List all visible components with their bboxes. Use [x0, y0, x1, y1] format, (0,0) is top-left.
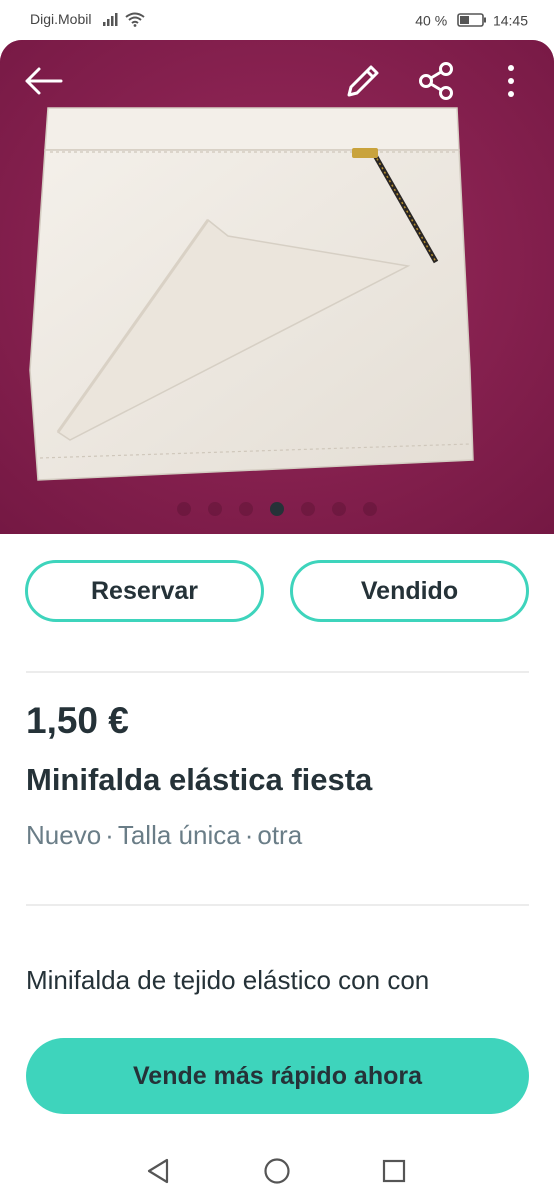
more-options-button[interactable]: [488, 58, 534, 104]
product-condition: Nuevo: [26, 820, 102, 850]
carousel-dot: [239, 502, 253, 516]
nav-back-icon: [147, 1158, 169, 1184]
sell-faster-label: Vende más rápido ahora: [133, 1061, 422, 1090]
meta-separator: ·: [244, 820, 254, 850]
divider: [26, 671, 529, 673]
signal-icon: [103, 13, 118, 26]
share-icon: [419, 62, 453, 100]
back-arrow-icon: [25, 67, 63, 95]
product-meta: Nuevo · Talla única · otra: [26, 820, 302, 851]
meta-separator: ·: [105, 820, 114, 850]
battery-percent: 40 %: [415, 12, 448, 29]
edit-button[interactable]: [340, 58, 386, 104]
sold-button-label: Vendido: [360, 576, 459, 605]
sold-button[interactable]: Vendido: [290, 560, 529, 622]
battery-icon: [457, 13, 487, 28]
carousel-dot: [270, 502, 284, 516]
more-vert-icon: [508, 65, 514, 97]
product-price: 1,50 €: [26, 700, 129, 741]
clock: 14:45: [492, 12, 528, 29]
carousel-dot: [332, 502, 346, 516]
back-button[interactable]: [20, 58, 66, 104]
carousel-dot: [363, 502, 377, 516]
product-photo: [0, 40, 554, 534]
product-detail-screen: Digi.Mobil 40 % 14:45 Reservar Vendido 1…: [0, 0, 554, 1200]
carrier-group: Digi.Mobil: [30, 11, 91, 28]
nav-recents-icon: [382, 1159, 406, 1183]
carousel-dot: [208, 502, 222, 516]
wifi-icon: [125, 12, 145, 27]
reserve-button-label: Reservar: [90, 576, 199, 605]
status-bar: Digi.Mobil 40 % 14:45: [0, 0, 554, 40]
sell-faster-button[interactable]: Vende más rápido ahora: [26, 1038, 529, 1114]
product-description: Minifalda de tejido elástico con con: [26, 965, 430, 995]
product-brand: otra: [257, 820, 303, 850]
divider: [26, 904, 529, 906]
carrier-name: Digi.Mobil: [30, 11, 92, 27]
carousel-dot: [177, 502, 191, 516]
share-button[interactable]: [414, 58, 460, 104]
product-title: Minifalda elástica fiesta: [26, 762, 373, 797]
pencil-icon: [347, 65, 379, 97]
reserve-button[interactable]: Reservar: [25, 560, 264, 622]
carousel-dot: [301, 502, 315, 516]
carousel-indicator: [0, 502, 554, 516]
nav-home-button[interactable]: [260, 1154, 294, 1188]
system-nav-bar: [0, 1140, 554, 1200]
nav-recents-button[interactable]: [377, 1154, 411, 1188]
status-right-group: 40 % 14:45: [415, 11, 528, 28]
product-image-carousel[interactable]: [0, 40, 554, 534]
product-size: Talla única: [117, 820, 241, 850]
nav-home-icon: [264, 1158, 290, 1184]
nav-back-button[interactable]: [141, 1154, 175, 1188]
